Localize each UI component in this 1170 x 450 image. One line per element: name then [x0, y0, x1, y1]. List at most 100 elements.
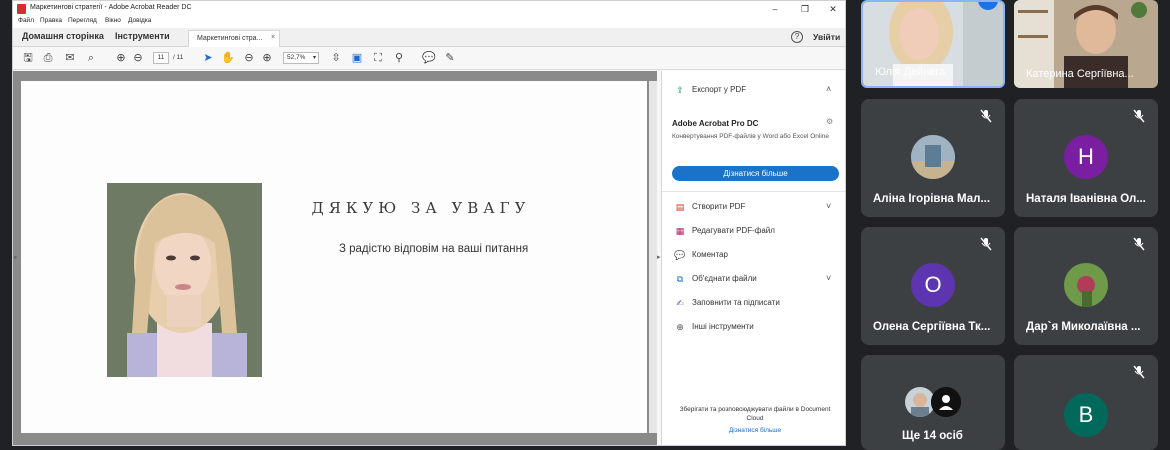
mic-off-icon — [1133, 109, 1145, 123]
speaker-photo — [107, 183, 262, 377]
pdf-page: ДЯКУЮ ЗА УВАГУ З радістю відповім на ваш… — [21, 81, 647, 433]
zoom-out-icon[interactable]: ⊖ — [242, 51, 256, 65]
maximize-icon[interactable]: ❐ — [795, 2, 815, 16]
pen-tool-icon[interactable]: ✎ — [443, 51, 457, 65]
comment-icon: 💬 — [674, 250, 686, 260]
menu-edit[interactable]: Правка — [40, 17, 62, 24]
menu-bar: Файл Правка Перегляд Вікно Довідка — [13, 17, 845, 28]
tool-label: Коментар — [692, 250, 728, 260]
mic-off-icon — [980, 109, 992, 123]
scroll-mode-icon[interactable]: ▣ — [350, 51, 364, 65]
tool-label: Заповнити та підписати — [692, 298, 780, 308]
read-mode-icon[interactable]: ⚲ — [392, 51, 406, 65]
more-tools-icon: ⊕ — [676, 322, 684, 332]
participant-name: Юлія Дейнега — [875, 66, 946, 78]
participant-tile[interactable]: О Олена Сергіївна Тк... — [861, 227, 1005, 345]
tools-pane: ⇪ Експорт у PDF ˄ Adobe Acrobat Pro DC ⚙ … — [661, 71, 845, 445]
tab-home[interactable]: Домашня сторінка — [22, 31, 104, 41]
person-icon — [931, 387, 961, 417]
page-total: / 11 — [173, 54, 184, 61]
edit-pdf-icon: ▦ — [675, 226, 685, 236]
mic-off-icon — [1133, 365, 1145, 379]
participant-avatar: О — [911, 263, 955, 307]
participant-avatar: Н — [1064, 135, 1108, 179]
settings-icon[interactable]: ⚙ — [826, 117, 833, 126]
print-icon[interactable]: ⎙ — [41, 51, 55, 65]
help-icon[interactable]: ? — [791, 31, 803, 43]
hand-tool-icon[interactable]: ✋ — [221, 51, 235, 65]
document-cloud-text: Зберігати та розповсюджувати файли в Doc… — [679, 406, 831, 422]
divider — [662, 191, 845, 192]
create-pdf-icon: ▤ — [675, 202, 685, 212]
chevron-up-icon[interactable]: ˄ — [826, 84, 831, 94]
search-icon[interactable]: ⌕ — [84, 51, 98, 65]
export-pdf-icon: ⇪ — [676, 85, 684, 95]
acrobat-app-icon — [17, 4, 26, 14]
left-panel-toggle-icon[interactable]: ▸ — [14, 253, 18, 261]
chevron-down-icon: ▾ — [312, 55, 316, 61]
toolbar: 🖫 ⎙ ✉ ⌕ ⊕ ⊖ 11 / 11 ➤ ✋ ⊖ ⊕ 52,7% ▾ ⇳ ▣ … — [13, 47, 845, 70]
export-pdf-label: Експорт у PDF — [692, 85, 747, 95]
document-cloud-link[interactable]: Дізнатися більше — [672, 427, 838, 434]
fit-page-icon[interactable]: ⇳ — [329, 51, 343, 65]
mic-off-icon — [980, 237, 992, 251]
tool-label: Інші інструменти — [692, 322, 754, 332]
tab-tools[interactable]: Інструменти — [115, 31, 170, 41]
tool-combine-files[interactable]: ⧉ Об'єднати файли — [674, 273, 757, 285]
menu-file[interactable]: Файл — [18, 17, 34, 24]
tool-create-pdf[interactable]: ▤ Створити PDF — [674, 201, 746, 213]
vertical-scrollbar[interactable] — [649, 81, 657, 433]
menu-help[interactable]: Довідка — [128, 17, 151, 24]
signin-button[interactable]: Увійти — [813, 32, 840, 42]
participant-name: Наталя Іванівна Ол... — [1026, 193, 1146, 205]
document-area[interactable]: ДЯКУЮ ЗА УВАГУ З радістю відповім на ваш… — [13, 71, 657, 445]
participant-tile[interactable]: Дар`я Миколаївна ... — [1014, 227, 1158, 345]
participant-tile[interactable]: В — [1014, 355, 1158, 450]
participant-tile[interactable]: Аліна Ігорівна Мал... — [861, 99, 1005, 217]
combine-files-icon: ⧉ — [676, 274, 684, 284]
learn-more-button[interactable]: Дізнатися більше — [672, 166, 839, 181]
comment-tool-icon[interactable]: 💬 — [422, 51, 436, 65]
minimize-icon[interactable]: – — [765, 2, 785, 16]
chevron-down-icon[interactable]: ˅ — [826, 273, 831, 283]
participant-avatar: В — [1064, 393, 1108, 437]
menu-window[interactable]: Вікно — [105, 17, 121, 24]
tool-label: Об'єднати файли — [692, 274, 757, 284]
tool-more-tools[interactable]: ⊕ Інші інструменти — [674, 321, 754, 333]
participant-name: Аліна Ігорівна Мал... — [873, 193, 991, 205]
zoom-in-icon[interactable]: ⊕ — [260, 51, 274, 65]
save-icon[interactable]: 🖫 — [21, 51, 35, 65]
more-participants-tile[interactable]: Ще 14 осіб — [861, 355, 1005, 450]
chevron-down-icon[interactable]: ˅ — [826, 201, 831, 211]
participant-avatar — [1064, 263, 1108, 307]
participant-video-tile[interactable]: Катерина Сергіївна... — [1014, 0, 1158, 88]
tab-document[interactable]: Маркетингові стра... × — [188, 30, 280, 47]
full-screen-icon[interactable]: ⛶ — [371, 51, 385, 65]
tool-label: Створити PDF — [692, 202, 746, 212]
tab-document-label: Маркетингові стра... — [197, 35, 263, 42]
acrobat-window: Маркетингові стратегії - Adobe Acrobat R… — [12, 0, 846, 446]
right-pane-toggle-icon[interactable]: ▸ — [657, 253, 661, 261]
email-icon[interactable]: ✉ — [63, 51, 77, 65]
participant-name: Дар`я Миколаївна ... — [1026, 321, 1141, 333]
zoom-select[interactable]: 52,7% ▾ — [283, 52, 319, 64]
next-page-icon[interactable]: ⊖ — [131, 51, 145, 65]
page-number-input[interactable]: 11 — [153, 52, 169, 64]
tool-comment[interactable]: 💬 Коментар — [674, 249, 728, 261]
thanks-subtitle: З радістю відповім на ваші питання — [339, 243, 529, 255]
tool-fill-sign[interactable]: ✍ Заповнити та підписати — [674, 297, 780, 309]
close-window-icon[interactable]: ✕ — [823, 2, 843, 16]
mic-off-icon — [1133, 237, 1145, 251]
export-pdf-item[interactable]: ⇪ Експорт у PDF — [674, 84, 746, 96]
title-bar: Маркетингові стратегії - Adobe Acrobat R… — [13, 1, 845, 17]
menu-view[interactable]: Перегляд — [68, 17, 97, 24]
participant-tile[interactable]: Н Наталя Іванівна Ол... — [1014, 99, 1158, 217]
select-cursor-icon[interactable]: ➤ — [201, 51, 215, 65]
tool-label: Редагувати PDF-файл — [692, 226, 775, 236]
participant-video-tile[interactable]: Юлія Дейнега — [861, 0, 1005, 88]
close-tab-icon[interactable]: × — [271, 34, 275, 41]
previous-page-icon[interactable]: ⊕ — [114, 51, 128, 65]
tool-edit-pdf[interactable]: ▦ Редагувати PDF-файл — [674, 225, 775, 237]
promo-title: Adobe Acrobat Pro DC — [672, 119, 759, 128]
participant-name: Катерина Сергіївна... — [1026, 68, 1134, 80]
